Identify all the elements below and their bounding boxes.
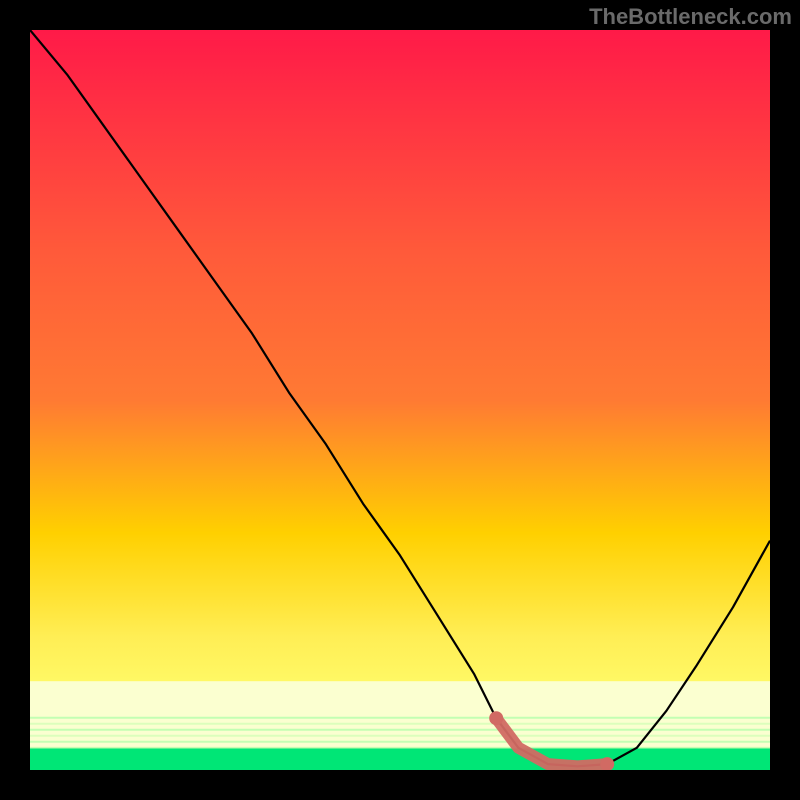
watermark-text: TheBottleneck.com (589, 4, 792, 30)
plot-svg (30, 30, 770, 770)
chart-frame: TheBottleneck.com (0, 0, 800, 800)
plot-area (30, 30, 770, 770)
green-band (30, 748, 770, 770)
pale-band (30, 681, 770, 748)
optimal-range-end-left (489, 711, 503, 725)
gradient-background (30, 30, 770, 770)
